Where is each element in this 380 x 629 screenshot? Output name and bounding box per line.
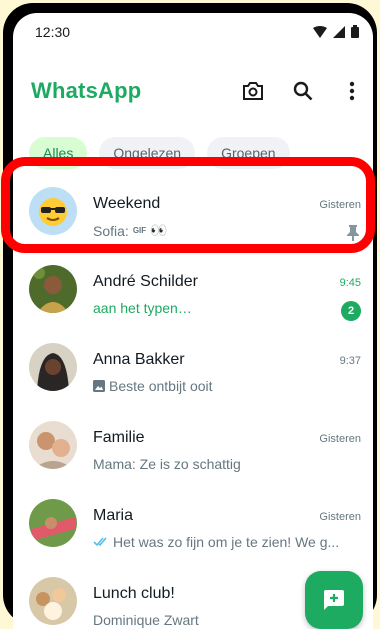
chat-name: André Schilder	[93, 273, 198, 290]
photo-icon	[93, 380, 105, 392]
chat-row-andre[interactable]: André Schilder aan het typen… 9:45 2	[13, 251, 373, 329]
status-time: 12:30	[35, 24, 71, 40]
avatar	[29, 265, 77, 313]
chat-time: Gisteren	[319, 199, 361, 211]
pin-icon	[347, 225, 359, 246]
chat-name: Lunch club!	[93, 585, 175, 602]
avatar	[29, 421, 77, 469]
chat-time: 9:45	[339, 277, 361, 289]
gif-label: GIF	[132, 226, 147, 235]
unread-badge: 2	[341, 301, 361, 321]
filter-chips: Alles Ongelezen Groepen	[29, 137, 290, 169]
app-bar: WhatsApp	[13, 61, 373, 117]
chat-preview: Het was zo fijn om je te zien! We g...	[93, 534, 339, 550]
chat-name: Maria	[93, 507, 134, 524]
filter-chip-unread[interactable]: Ongelezen	[99, 137, 196, 169]
chat-row-maria[interactable]: Maria Het was zo fijn om je te zien! We …	[13, 485, 373, 563]
signal-icon	[333, 25, 345, 38]
screen: 12:30 WhatsApp Alles Ongelezen Groepen W…	[13, 13, 373, 629]
preview-sender: Sofia:	[93, 222, 129, 239]
preview-text: Beste ontbijt ooit	[109, 378, 213, 394]
chat-preview: Sofia: GIF 👀	[93, 222, 168, 239]
avatar	[29, 499, 77, 547]
chat-time: Gisteren	[319, 433, 361, 445]
search-icon[interactable]	[291, 79, 315, 103]
filter-chip-all[interactable]: Alles	[29, 137, 88, 169]
chat-row-familie[interactable]: Familie Mama: Ze is zo schattig Gisteren	[13, 407, 373, 485]
phone-frame: 12:30 WhatsApp Alles Ongelezen Groepen W…	[3, 3, 377, 629]
chat-row-weekend[interactable]: Weekend Sofia: GIF 👀 Gisteren	[13, 173, 373, 251]
status-icons	[313, 25, 359, 38]
double-check-icon	[93, 537, 107, 547]
chat-row-anna[interactable]: Anna Bakker Beste ontbijt ooit 9:37	[13, 329, 373, 407]
status-bar: 12:30	[13, 13, 373, 49]
chat-time: Gisteren	[319, 511, 361, 523]
chat-name: Weekend	[93, 195, 161, 212]
avatar	[29, 343, 77, 391]
app-title: WhatsApp	[31, 78, 142, 103]
filter-chip-groups[interactable]: Groepen	[207, 137, 290, 169]
camera-icon[interactable]	[241, 79, 265, 103]
preview-text: Het was zo fijn om je te zien! We g...	[113, 534, 340, 550]
chat-preview: Mama: Ze is zo schattig	[93, 456, 241, 472]
battery-icon	[351, 25, 359, 38]
new-chat-button[interactable]	[305, 571, 363, 629]
avatar	[29, 187, 77, 235]
typing-indicator: aan het typen…	[93, 300, 192, 316]
chat-time: 9:37	[339, 355, 361, 367]
sunglasses-emoji-avatar	[29, 187, 77, 235]
eyes-emoji: 👀	[150, 222, 168, 238]
avatar	[29, 577, 77, 625]
chat-preview: Dominique Zwart	[93, 612, 199, 628]
more-options-icon[interactable]	[340, 79, 364, 103]
chat-preview: Beste ontbijt ooit	[93, 378, 213, 394]
chat-name: Anna Bakker	[93, 351, 185, 368]
wifi-icon	[313, 25, 327, 38]
chat-name: Familie	[93, 429, 145, 446]
new-chat-icon	[324, 590, 344, 610]
